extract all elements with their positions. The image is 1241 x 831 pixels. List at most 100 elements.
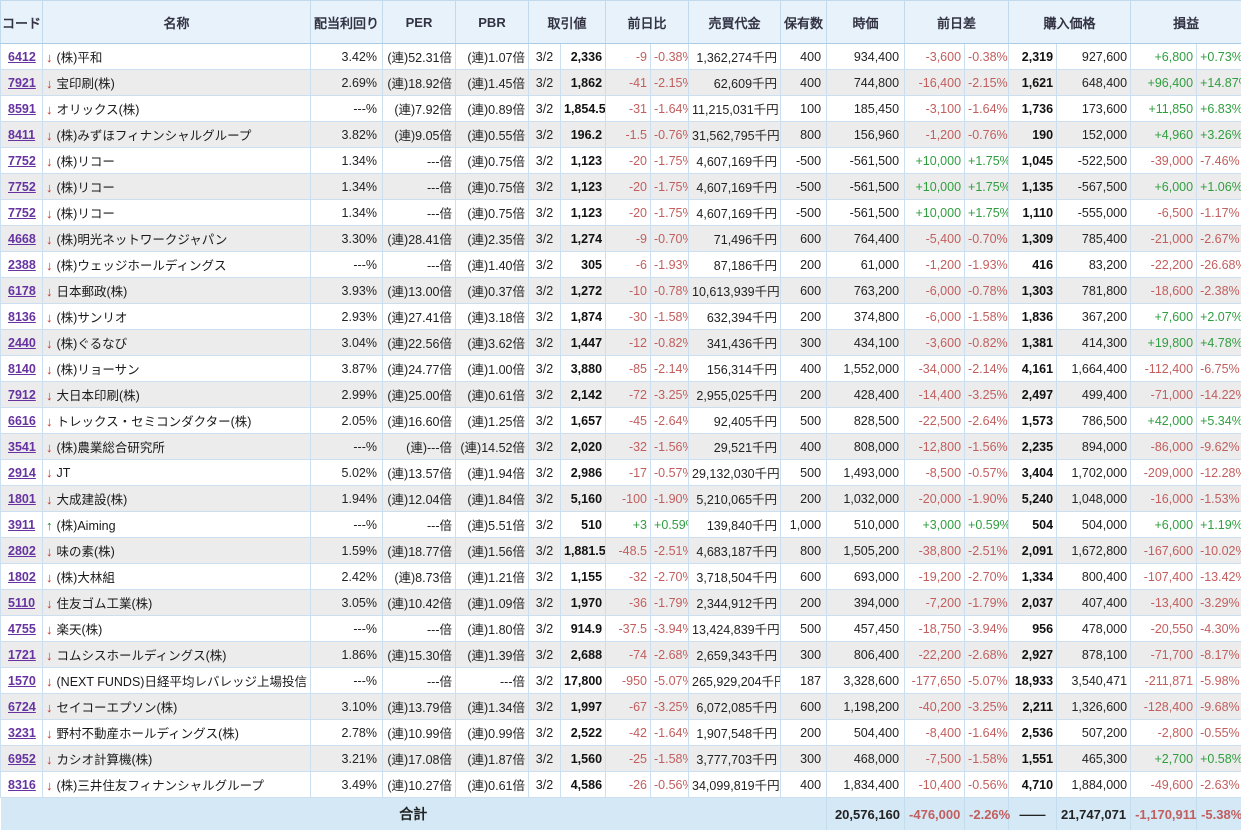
market-value: 764,400 (827, 226, 905, 252)
shares-held: 800 (781, 122, 827, 148)
stock-name: (株)リコー (57, 155, 115, 169)
table-header: コード 名称 配当利回り PER PBR 取引値 前日比 売買代金 保有数 時価… (1, 1, 1241, 44)
day-diff-percent: -1.79% (965, 590, 1009, 616)
down-arrow-icon: ↓ (46, 700, 53, 715)
per-value: (連)9.05倍 (383, 122, 456, 148)
down-arrow-icon: ↓ (46, 76, 53, 91)
name-cell: ↓(株)ぐるなび (43, 330, 311, 356)
market-value: 468,000 (827, 746, 905, 772)
stock-code-link[interactable]: 1801 (8, 492, 36, 506)
total-label: 合計 (1, 798, 827, 831)
table-row: 7921 ↓宝印刷(株) 2.69% (連)18.92倍 (連)1.45倍 3/… (1, 70, 1241, 96)
purchase-unit-price: 416 (1009, 252, 1057, 278)
profit-loss-percent: -0.55% (1197, 720, 1241, 746)
profit-loss-value: +6,800 (1131, 44, 1197, 70)
stock-code-link[interactable]: 4755 (8, 622, 36, 636)
dividend-yield-value: 3.10% (311, 694, 383, 720)
stock-code-link[interactable]: 6616 (8, 414, 36, 428)
code-cell: 6616 (1, 408, 43, 434)
trade-price: 2,986 (561, 460, 606, 486)
turnover-value: 87,186千円 (689, 252, 781, 278)
day-change-percent: -1.75% (651, 200, 689, 226)
profit-loss-percent: +1.06% (1197, 174, 1241, 200)
stock-code-link[interactable]: 7912 (8, 388, 36, 402)
trade-date: 3/2 (529, 174, 561, 200)
day-diff-percent: -1.56% (965, 434, 1009, 460)
profit-loss-percent: +5.34% (1197, 408, 1241, 434)
pbr-value: (連)0.61倍 (456, 382, 529, 408)
stock-code-link[interactable]: 2440 (8, 336, 36, 350)
table-row: 8316 ↓(株)三井住友フィナンシャルグループ 3.49% (連)10.27倍… (1, 772, 1241, 798)
stock-code-link[interactable]: 5110 (8, 596, 35, 610)
table-row: 7912 ↓大日本印刷(株) 2.99% (連)25.00倍 (連)0.61倍 … (1, 382, 1241, 408)
day-diff-percent: -1.64% (965, 96, 1009, 122)
market-value: 1,834,400 (827, 772, 905, 798)
stock-code-link[interactable]: 3541 (8, 440, 36, 454)
stock-code-link[interactable]: 8411 (8, 128, 35, 142)
stock-code-link[interactable]: 2914 (8, 466, 36, 480)
profit-loss-value: -16,000 (1131, 486, 1197, 512)
shares-held: 400 (781, 44, 827, 70)
stock-code-link[interactable]: 3911 (8, 518, 35, 532)
purchase-unit-price: 1,551 (1009, 746, 1057, 772)
pbr-value: (連)1.40倍 (456, 252, 529, 278)
stock-code-link[interactable]: 8591 (8, 102, 36, 116)
purchase-total: 894,000 (1057, 434, 1131, 460)
day-change-value: -45 (606, 408, 651, 434)
profit-loss-percent: -10.02% (1197, 538, 1241, 564)
turnover-value: 2,955,025千円 (689, 382, 781, 408)
stock-code-link[interactable]: 6724 (8, 700, 36, 714)
purchase-unit-price: 1,381 (1009, 330, 1057, 356)
stock-code-link[interactable]: 8140 (8, 362, 36, 376)
dividend-yield-value: 2.05% (311, 408, 383, 434)
table-row: 1570 ↓(NEXT FUNDS)日経平均レバレッジ上場投信 ---% ---… (1, 668, 1241, 694)
stock-code-link[interactable]: 2388 (8, 258, 36, 272)
stock-code-link[interactable]: 7752 (8, 154, 36, 168)
day-change-value: -950 (606, 668, 651, 694)
stock-code-link[interactable]: 7752 (8, 206, 36, 220)
down-arrow-icon: ↓ (46, 674, 53, 689)
stock-code-link[interactable]: 7752 (8, 180, 36, 194)
stock-code-link[interactable]: 4668 (8, 232, 36, 246)
day-change-value: -30 (606, 304, 651, 330)
per-value: (連)8.73倍 (383, 564, 456, 590)
purchase-unit-price: 1,303 (1009, 278, 1057, 304)
day-change-percent: -0.70% (651, 226, 689, 252)
trade-date: 3/2 (529, 96, 561, 122)
turnover-value: 71,496千円 (689, 226, 781, 252)
stock-code-link[interactable]: 6412 (8, 50, 36, 64)
turnover-value: 3,718,504千円 (689, 564, 781, 590)
stock-code-link[interactable]: 3231 (8, 726, 36, 740)
stock-code-link[interactable]: 1570 (8, 674, 36, 688)
stock-code-link[interactable]: 7921 (8, 76, 36, 90)
profit-loss-value: -20,550 (1131, 616, 1197, 642)
stock-code-link[interactable]: 6952 (8, 752, 36, 766)
stock-code-link[interactable]: 2802 (8, 544, 36, 558)
pbr-value: (連)0.75倍 (456, 174, 529, 200)
stock-code-link[interactable]: 6178 (8, 284, 36, 298)
name-cell: ↓宝印刷(株) (43, 70, 311, 96)
turnover-value: 29,521千円 (689, 434, 781, 460)
trade-date: 3/2 (529, 70, 561, 96)
stock-code-link[interactable]: 1721 (8, 648, 36, 662)
day-diff-value: -16,400 (905, 70, 965, 96)
market-value: 394,000 (827, 590, 905, 616)
day-change-value: +3 (606, 512, 651, 538)
stock-code-link[interactable]: 1802 (8, 570, 36, 584)
code-cell: 6724 (1, 694, 43, 720)
dividend-yield-value: 3.21% (311, 746, 383, 772)
table-row: 6952 ↓カシオ計算機(株) 3.21% (連)17.08倍 (連)1.87倍… (1, 746, 1241, 772)
day-change-percent: -1.64% (651, 720, 689, 746)
trade-date: 3/2 (529, 642, 561, 668)
stock-code-link[interactable]: 8316 (8, 778, 36, 792)
col-header-name: 名称 (43, 1, 311, 44)
dividend-yield-value: 3.93% (311, 278, 383, 304)
dividend-yield-value: 1.34% (311, 148, 383, 174)
profit-loss-value: -21,000 (1131, 226, 1197, 252)
dividend-yield-value: 3.30% (311, 226, 383, 252)
stock-code-link[interactable]: 8136 (8, 310, 36, 324)
table-row: 2802 ↓味の素(株) 1.59% (連)18.77倍 (連)1.56倍 3/… (1, 538, 1241, 564)
day-change-percent: -3.25% (651, 382, 689, 408)
stock-name: (NEXT FUNDS)日経平均レバレッジ上場投信 (57, 675, 307, 689)
table-row: 1801 ↓大成建設(株) 1.94% (連)12.04倍 (連)1.84倍 3… (1, 486, 1241, 512)
